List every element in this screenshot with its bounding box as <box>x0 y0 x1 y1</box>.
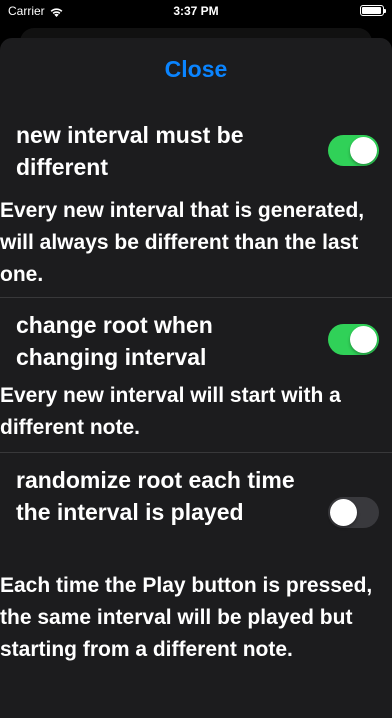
status-time: 3:37 PM <box>173 4 219 18</box>
setting-description: Every new interval will start with a dif… <box>0 384 341 439</box>
setting-label: change root when changing interval <box>16 312 213 370</box>
close-button[interactable]: Close <box>0 56 392 83</box>
change-root-toggle[interactable] <box>328 324 379 355</box>
setting-label: randomize root each time the interval is… <box>16 467 295 525</box>
toggle-knob <box>350 326 377 353</box>
setting-label: new interval must be different <box>16 122 244 180</box>
divider <box>0 452 392 453</box>
setting-description: Each time the Play button is pressed, th… <box>0 574 373 661</box>
divider <box>0 297 392 298</box>
randomize-root-toggle[interactable] <box>328 497 379 528</box>
setting-description: Every new interval that is generated, wi… <box>0 199 365 286</box>
toggle-knob <box>330 499 357 526</box>
new-interval-different-toggle[interactable] <box>328 135 379 166</box>
toggle-knob <box>350 137 377 164</box>
status-bar: Carrier 3:37 PM <box>0 0 392 24</box>
battery-icon <box>360 5 386 16</box>
